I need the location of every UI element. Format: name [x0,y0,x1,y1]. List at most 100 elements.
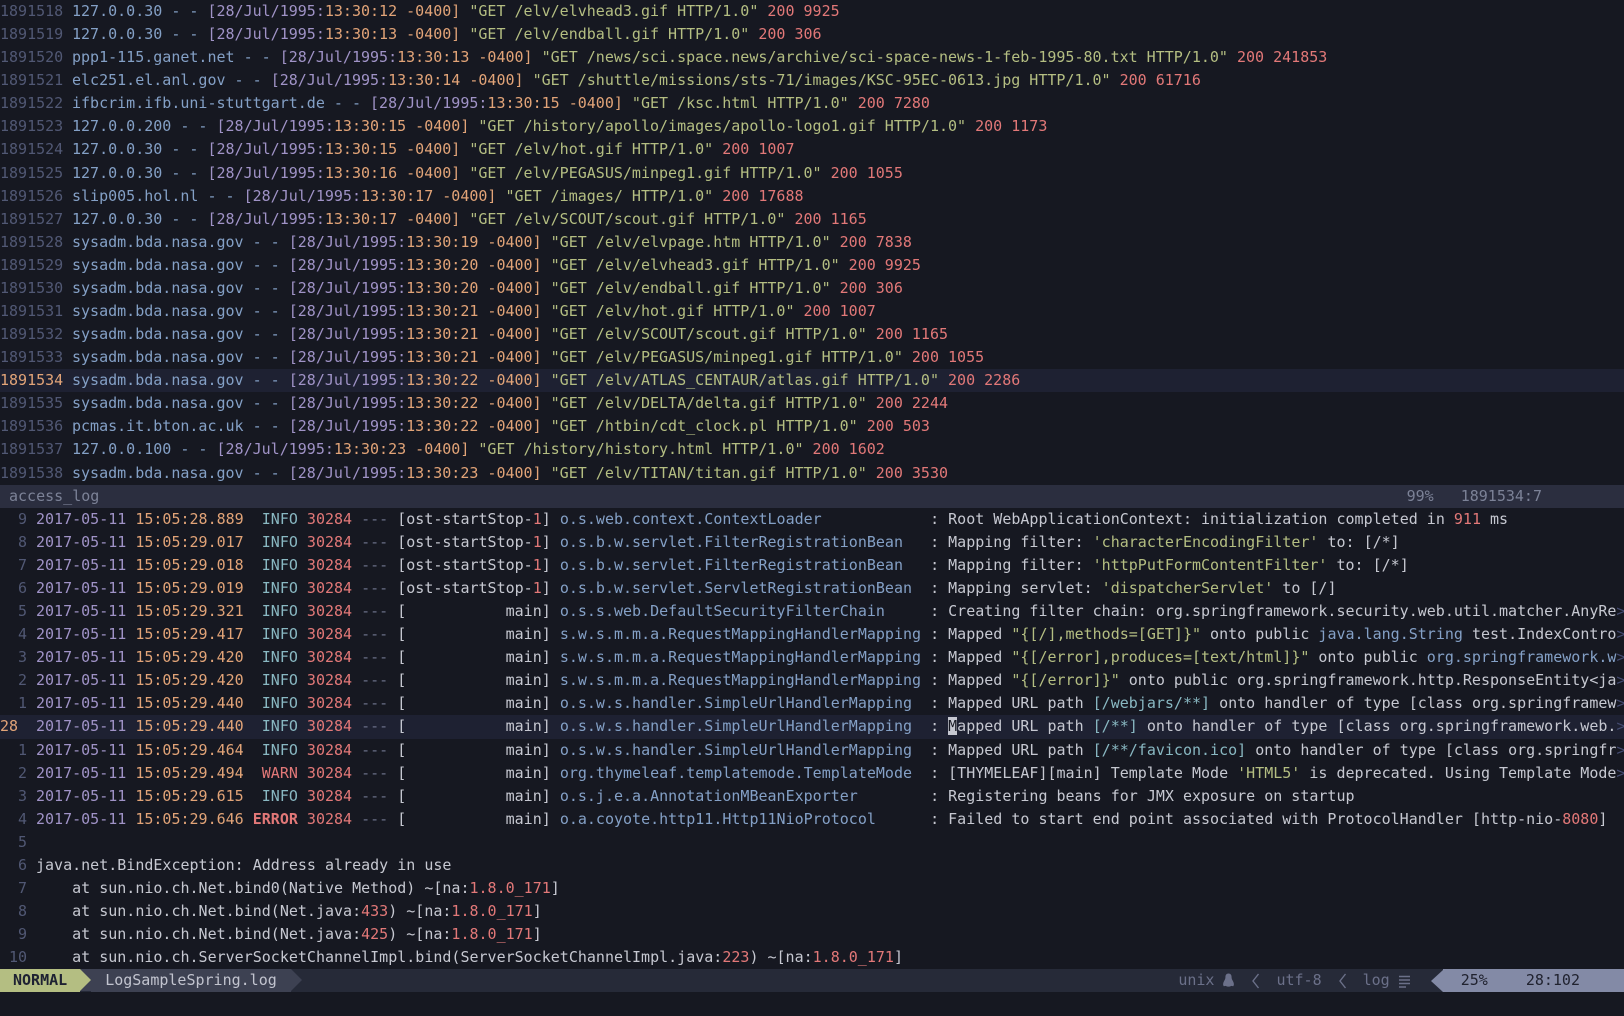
text-segment: "GET /elv/PEGASUS/minpeg1.gif HTTP/1.0" [551,348,903,366]
text-segment: "GET /history/history.html HTTP/1.0" [478,440,803,458]
text-segment: 2017-05-11 [36,741,135,759]
log-line[interactable]: 6java.net.BindException: Address already… [0,854,1624,877]
log-line[interactable]: 72017-05-11 15:05:29.018 INFO 30284 --- … [0,554,1624,577]
log-line[interactable]: 1891529sysadm.bda.nasa.gov - - [28/Jul/1… [0,254,1624,277]
log-line[interactable]: 1891530sysadm.bda.nasa.gov - - [28/Jul/1… [0,277,1624,300]
text-segment: 200 1165 [785,210,866,228]
log-line[interactable]: 1891522ifbcrim.ifb.uni-stuttgart.de - - … [0,92,1624,115]
powerline-arrow-icon [291,969,302,991]
text-segment: onto public [1201,625,1318,643]
log-line[interactable]: 12017-05-11 15:05:29.440 INFO 30284 --- … [0,692,1624,715]
log-line[interactable]: 42017-05-11 15:05:29.646 ERROR 30284 ---… [0,808,1624,831]
log-line[interactable]: 9 at sun.nio.ch.Net.bind(Net.java:425) ~… [0,923,1624,946]
log-line[interactable]: 1891532sysadm.bda.nasa.gov - - [28/Jul/1… [0,323,1624,346]
log-line[interactable]: 1891518127.0.0.30 - - [28/Jul/1995:13:30… [0,0,1624,23]
log-line[interactable]: 42017-05-11 15:05:29.417 INFO 30284 --- … [0,623,1624,646]
text-segment: sysadm.bda.nasa.gov - - [72,233,289,251]
text-segment: at sun.nio.ch.ServerSocketChannelImpl.bi… [36,948,722,966]
log-line[interactable]: 10 at sun.nio.ch.ServerSocketChannelImpl… [0,946,1624,969]
line-text: 2017-05-11 15:05:28.889 INFO 30284 --- [… [36,508,1624,531]
mode-indicator: NORMAL [0,969,80,992]
text-segment: "{[/],methods=[GET]}" [1011,625,1201,643]
log-line[interactable]: 1891535sysadm.bda.nasa.gov - - [28/Jul/1… [0,392,1624,415]
text-segment: 127.0.0.30 - - [72,164,207,182]
log-line[interactable]: 1891528sysadm.bda.nasa.gov - - [28/Jul/1… [0,231,1624,254]
line-number: 28 [0,715,36,738]
text-segment: [THYMELEAF][main] Template Mode [948,764,1237,782]
line-number: 2 [0,669,36,692]
log-line[interactable]: 1891527127.0.0.30 - - [28/Jul/1995:13:30… [0,208,1624,231]
log-line[interactable]: 1891531sysadm.bda.nasa.gov - - [28/Jul/1… [0,300,1624,323]
log-line[interactable]: 52017-05-11 15:05:29.321 INFO 30284 --- … [0,600,1624,623]
line-text: ppp1-115.ganet.net - - [28/Jul/1995:13:3… [72,46,1624,69]
text-segment: [28/Jul/1995: [289,394,406,412]
log-line[interactable]: 1891526slip005.hol.nl - - [28/Jul/1995:1… [0,185,1624,208]
log-line[interactable]: 82017-05-11 15:05:29.017 INFO 30284 --- … [0,531,1624,554]
text-segment: : [921,648,948,666]
window-access-log[interactable]: 1891518127.0.0.30 - - [28/Jul/1995:13:30… [0,0,1624,485]
log-line[interactable]: 12017-05-11 15:05:29.464 INFO 30284 --- … [0,739,1624,762]
log-line[interactable]: 1891520ppp1-115.ganet.net - - [28/Jul/19… [0,46,1624,69]
text-segment: --- [352,764,397,782]
log-line[interactable]: 1891523127.0.0.200 - - [28/Jul/1995:13:3… [0,115,1624,138]
text-segment: o.s.w.s.handler.SimpleUrlHandlerMapping [560,717,912,735]
text-segment: "GET /elv/endball.gif HTTP/1.0" [469,25,749,43]
command-line[interactable] [0,992,1624,1016]
line-text: at sun.nio.ch.Net.bind(Net.java:425) ~[n… [36,923,1624,946]
powerline-arrow-icon [80,969,91,991]
text-segment: 200 1602 [804,440,885,458]
log-line[interactable]: 1891536pcmas.it.bton.ac.uk - - [28/Jul/1… [0,415,1624,438]
statusline: NORMAL LogSampleSpring.log unix utf-8 lo… [0,969,1624,992]
line-text: 2017-05-11 15:05:29.494 WARN 30284 --- [… [36,762,1624,785]
log-line[interactable]: 1891525127.0.0.30 - - [28/Jul/1995:13:30… [0,162,1624,185]
line-number: 8 [0,531,36,554]
text-segment: o.a.coyote.http11.Http11NioProtocol [560,810,876,828]
log-line[interactable]: 1891519127.0.0.30 - - [28/Jul/1995:13:30… [0,23,1624,46]
log-line[interactable]: 8 at sun.nio.ch.Net.bind(Net.java:433) ~… [0,900,1624,923]
text-segment: "{[/error]}" [1011,671,1119,689]
log-line[interactable]: 282017-05-11 15:05:29.440 INFO 30284 ---… [0,715,1624,738]
line-number: 9 [0,923,36,946]
log-line[interactable]: 1891534sysadm.bda.nasa.gov - - [28/Jul/1… [0,369,1624,392]
text-segment: : [912,741,948,759]
line-number: 4 [0,623,36,646]
log-line[interactable]: 1891537127.0.0.100 - - [28/Jul/1995:13:3… [0,438,1624,461]
line-text: sysadm.bda.nasa.gov - - [28/Jul/1995:13:… [72,392,1624,415]
log-line[interactable]: 1891533sysadm.bda.nasa.gov - - [28/Jul/1… [0,346,1624,369]
statusline-position: 28:102 [1526,969,1580,992]
text-segment: ERROR [244,810,298,828]
log-line[interactable]: 92017-05-11 15:05:28.889 INFO 30284 --- … [0,508,1624,531]
log-line[interactable]: 22017-05-11 15:05:29.420 INFO 30284 --- … [0,669,1624,692]
log-line[interactable]: 32017-05-11 15:05:29.615 INFO 30284 --- … [0,785,1624,808]
log-line[interactable]: 32017-05-11 15:05:29.420 INFO 30284 --- … [0,646,1624,669]
window-spring-log[interactable]: 9 2017-05-11 15:05:28.889 INFO 30284 --- … [0,508,1624,970]
log-line[interactable]: 7 at sun.nio.ch.Net.bind0(Native Method)… [0,877,1624,900]
text-segment: : [921,671,948,689]
log-line[interactable]: 1891538sysadm.bda.nasa.gov - - [28/Jul/1… [0,462,1624,485]
text-segment: "GET /elv/elvhead3.gif HTTP/1.0" [469,2,758,20]
text-segment: --- [352,717,397,735]
line-text: 2017-05-11 15:05:29.420 INFO 30284 --- [… [36,669,1624,692]
log-line[interactable]: 5 [0,831,1624,854]
line-text: 2017-05-11 15:05:29.017 INFO 30284 --- [… [36,531,1624,554]
log-line[interactable]: 62017-05-11 15:05:29.019 INFO 30284 --- … [0,577,1624,600]
text-segment: [28/Jul/1995: [289,325,406,343]
log-line[interactable]: 1891524127.0.0.30 - - [28/Jul/1995:13:30… [0,138,1624,161]
log-line[interactable]: 22017-05-11 15:05:29.494 WARN 30284 --- … [0,762,1624,785]
text-segment: : [885,602,948,620]
text-segment: [ main] [397,764,560,782]
text-segment: [ main] [397,810,560,828]
text-segment: 15:05:29.321 [135,602,243,620]
text-segment: Mapping filter: [948,556,1093,574]
text-segment: ppp1-115.ganet.net - - [72,48,280,66]
line-number: 1 [0,739,36,762]
text-segment: [28/Jul/1995: [370,94,487,112]
text-segment: o.s.web.context.ContextLoader [560,510,822,528]
text-segment: [ main] [397,602,560,620]
log-line[interactable]: 1891521elc251.el.anl.gov - - [28/Jul/199… [0,69,1624,92]
text-segment: 2017-05-11 [36,533,135,551]
text-segment: 127.0.0.100 - - [72,440,217,458]
text-segment: 2017-05-11 [36,602,135,620]
text-segment: "GET /news/sci.space.news/archive/sci-sp… [542,48,1228,66]
text-segment: [28/Jul/1995: [217,117,334,135]
